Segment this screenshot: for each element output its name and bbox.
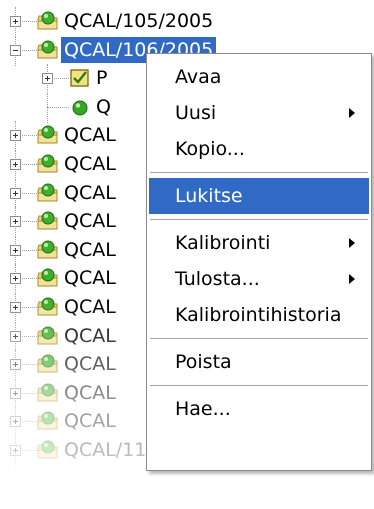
menu-item-lukitse[interactable]: Lukitse xyxy=(149,178,369,214)
menu-item-label: Hae... xyxy=(175,398,231,420)
tree-node-label[interactable]: Q xyxy=(93,94,114,120)
checklist-icon xyxy=(69,67,91,89)
menu-item-label: Avaa xyxy=(175,66,222,88)
expand-icon[interactable] xyxy=(10,416,21,428)
sphere-folder-icon xyxy=(37,39,59,61)
tree-node-label[interactable]: QCAL xyxy=(61,237,119,263)
sphere-folder-icon xyxy=(37,182,59,204)
menu-item-label: Tulosta... xyxy=(175,268,260,290)
green-ball-icon xyxy=(69,96,91,118)
tree-node-label[interactable]: QCAL xyxy=(61,151,119,177)
expand-icon[interactable] xyxy=(10,359,21,371)
tree-node-label[interactable]: QCAL xyxy=(61,180,119,206)
expand-icon[interactable] xyxy=(10,130,21,142)
submenu-arrow-icon xyxy=(349,274,355,284)
expand-icon[interactable] xyxy=(10,387,21,399)
menu-item-avaa[interactable]: Avaa xyxy=(149,59,369,95)
expand-icon[interactable] xyxy=(10,187,21,199)
menu-item-uusi[interactable]: Uusi xyxy=(149,95,369,131)
tree-node-label[interactable]: QCAL xyxy=(61,408,119,434)
menu-item-label: Kopio... xyxy=(175,138,245,160)
menu-separator xyxy=(150,338,368,339)
menu-item-label: Lukitse xyxy=(175,185,243,207)
menu-item-kopio[interactable]: Kopio... xyxy=(149,131,369,167)
menu-separator xyxy=(150,172,368,173)
tree-line xyxy=(47,106,69,108)
tree-line xyxy=(47,92,48,123)
sphere-folder-icon xyxy=(37,239,59,261)
sphere-folder-icon xyxy=(37,10,59,32)
tree-node-label[interactable]: P xyxy=(93,65,110,91)
menu-separator xyxy=(150,219,368,220)
menu-item-kalibrointi[interactable]: Kalibrointi xyxy=(149,225,369,261)
sphere-folder-icon xyxy=(37,439,59,461)
sphere-folder-icon xyxy=(37,210,59,232)
menu-item-label: Kalibrointi xyxy=(175,232,271,254)
expand-icon[interactable] xyxy=(10,302,21,313)
menu-item-poista[interactable]: Poista xyxy=(149,344,369,380)
sphere-folder-icon xyxy=(37,296,59,318)
expand-icon[interactable] xyxy=(10,445,21,456)
menu-item-tulosta[interactable]: Tulosta... xyxy=(149,261,369,297)
tree-node-label[interactable]: QCAL xyxy=(61,294,119,320)
tree-node-label[interactable]: QCAL xyxy=(61,208,119,234)
tree-node-label[interactable]: QCAL xyxy=(61,351,119,377)
tree-node[interactable]: QCAL/105/2005 xyxy=(0,7,374,37)
tree-node-label[interactable]: QCAL xyxy=(61,265,119,291)
sphere-folder-icon xyxy=(37,153,59,175)
tree-node-label[interactable]: QCAL xyxy=(61,122,119,148)
sphere-folder-icon xyxy=(37,267,59,289)
tree-node-label[interactable]: QCAL xyxy=(61,380,119,406)
menu-separator xyxy=(150,385,368,386)
expand-icon[interactable] xyxy=(10,273,21,285)
tree-node-label[interactable]: QCAL xyxy=(61,323,119,349)
expand-icon[interactable] xyxy=(10,330,21,342)
expand-icon[interactable] xyxy=(10,216,21,228)
submenu-arrow-icon xyxy=(349,238,355,248)
expand-icon[interactable] xyxy=(42,73,53,85)
tree-node-label[interactable]: QCAL/105/2005 xyxy=(61,8,216,34)
sphere-folder-icon xyxy=(37,124,59,146)
menu-item-hae[interactable]: Hae... xyxy=(149,391,369,427)
expand-icon[interactable] xyxy=(10,16,21,27)
menu-item-label: Kalibrointihistoria xyxy=(175,304,342,326)
submenu-arrow-icon xyxy=(349,108,355,118)
context-menu: Avaa Uusi Kopio... Lukitse Kalibrointi Tulost… xyxy=(146,53,372,471)
sphere-folder-icon xyxy=(37,410,59,432)
sphere-folder-icon xyxy=(37,353,59,375)
menu-item-kalibrointihistoria[interactable]: Kalibrointihistoria xyxy=(149,297,369,333)
collapse-icon[interactable] xyxy=(10,44,21,56)
menu-item-label: Poista xyxy=(175,351,232,373)
sphere-folder-icon xyxy=(37,325,59,347)
expand-icon[interactable] xyxy=(10,244,21,256)
menu-item-label: Uusi xyxy=(175,102,217,124)
sphere-folder-icon xyxy=(37,382,59,404)
expand-icon[interactable] xyxy=(10,159,21,170)
